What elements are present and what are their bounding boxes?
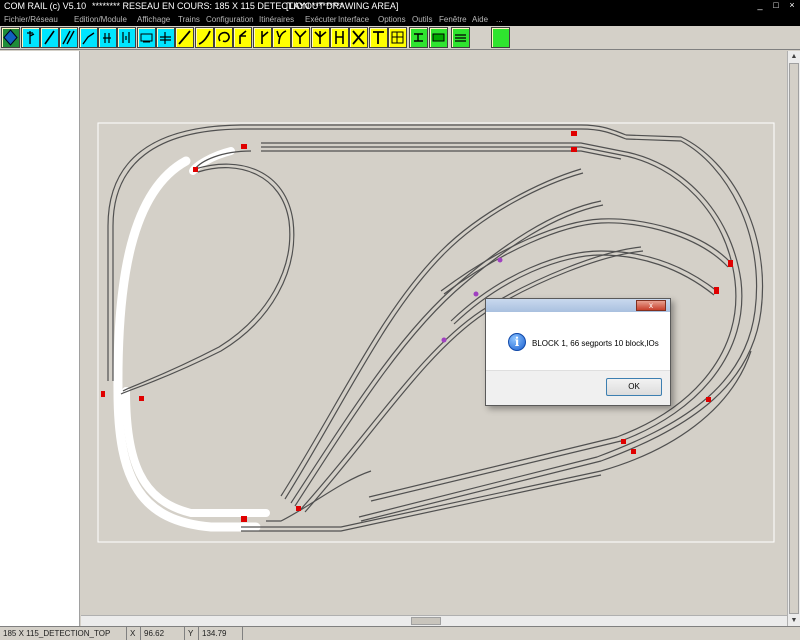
app-title: COM RAIL (c) V5.10 bbox=[4, 1, 87, 11]
status-layer: 185 X 115_DETECTION_TOP bbox=[3, 629, 111, 638]
bumper-icon bbox=[373, 31, 384, 44]
menu-executer[interactable]: Exécuter bbox=[305, 13, 337, 26]
tool-three-way-turnout-button[interactable] bbox=[311, 27, 330, 48]
curve-track-icon bbox=[198, 30, 211, 45]
menu-affichage[interactable]: Affichage bbox=[137, 13, 170, 26]
status-y-label: Y bbox=[184, 627, 198, 640]
dialog-body: i BLOCK 1, 66 segports 10 block,IOs bbox=[486, 312, 670, 370]
right-turnout-icon bbox=[261, 31, 269, 44]
maximize-button[interactable]: □ bbox=[770, 0, 782, 11]
dialog-title-bar: x bbox=[486, 299, 670, 312]
crossing-icon bbox=[352, 30, 365, 45]
locomotive-icon bbox=[140, 33, 153, 43]
block-icon bbox=[432, 33, 445, 42]
layout-drawing-area[interactable] bbox=[81, 51, 787, 626]
menu-bar: Fichier/Réseau Edition/Module Affichage … bbox=[0, 13, 800, 26]
close-button[interactable]: × bbox=[786, 0, 798, 11]
level-crossing-icon bbox=[160, 32, 171, 44]
curved-turnout-icon bbox=[276, 30, 287, 45]
tool-layer-button[interactable] bbox=[451, 27, 470, 48]
layer-icon bbox=[455, 34, 466, 42]
double-track-icon bbox=[62, 30, 75, 45]
menu-outils[interactable]: Outils bbox=[412, 13, 432, 26]
diagonal-track-icon bbox=[44, 30, 55, 45]
dialog-footer: OK bbox=[486, 370, 670, 405]
status-x-value: 96.62 bbox=[140, 627, 184, 640]
uncoupler-icon bbox=[103, 33, 111, 43]
tool-diamond-select-button[interactable] bbox=[1, 27, 20, 48]
menu-edition[interactable]: Edition/Module bbox=[74, 13, 127, 26]
tool-bumper-button[interactable] bbox=[369, 27, 388, 48]
tool-uncoupler-button[interactable] bbox=[98, 27, 117, 48]
menu-options[interactable]: Options bbox=[378, 13, 406, 26]
tool-curve-track-button[interactable] bbox=[195, 27, 214, 48]
left-turnout-icon bbox=[239, 30, 247, 44]
dialog-close-button[interactable]: x bbox=[636, 300, 666, 311]
minimize-button[interactable]: _ bbox=[754, 0, 766, 11]
isolator-icon bbox=[122, 32, 130, 43]
bend-track-icon bbox=[82, 32, 95, 45]
menu-aide[interactable]: Aide bbox=[472, 13, 488, 26]
scroll-up-icon[interactable]: ▲ bbox=[788, 51, 800, 62]
blank-tool-icon bbox=[492, 28, 509, 47]
tool-curved-turnout-button[interactable] bbox=[272, 27, 291, 48]
menu-fenetre[interactable]: Fenêtre bbox=[439, 13, 467, 26]
tool-signal-pole-button[interactable] bbox=[21, 27, 40, 48]
menu-trains[interactable]: Trains bbox=[178, 13, 200, 26]
tool-crossing-button[interactable] bbox=[349, 27, 368, 48]
menu-configuration[interactable]: Configuration bbox=[206, 13, 254, 26]
signal-pole-icon bbox=[27, 31, 35, 44]
board-outline bbox=[97, 122, 775, 543]
area-title: [LAYOUT DRAWING AREA] bbox=[286, 1, 399, 11]
turntable-icon bbox=[391, 31, 404, 44]
straight-track-icon bbox=[178, 30, 191, 45]
track-layout[interactable] bbox=[81, 51, 787, 626]
tool-blank-tool-button[interactable] bbox=[491, 27, 510, 48]
route-icon bbox=[414, 33, 423, 42]
y-turnout-icon bbox=[294, 30, 307, 44]
tool-locomotive-button[interactable] bbox=[137, 27, 156, 48]
tool-turntable-button[interactable] bbox=[388, 27, 407, 48]
tool-block-button[interactable] bbox=[429, 27, 448, 48]
menu-itineraires[interactable]: Itinéraires bbox=[259, 13, 294, 26]
status-y-value: 134.79 bbox=[198, 627, 242, 640]
tool-bend-track-button[interactable] bbox=[79, 27, 98, 48]
vertical-scrollbar[interactable]: ▲ ▼ bbox=[787, 51, 800, 626]
dialog-message: BLOCK 1, 66 segports 10 block,IOs bbox=[532, 339, 659, 348]
tool-double-track-button[interactable] bbox=[59, 27, 78, 48]
tool-y-turnout-button[interactable] bbox=[291, 27, 310, 48]
ok-button[interactable]: OK bbox=[606, 378, 662, 396]
status-x-label: X bbox=[126, 627, 140, 640]
status-bar: 185 X 115_DETECTION_TOP X 96.62 Y 134.79 bbox=[0, 626, 800, 640]
double-slip-icon bbox=[335, 31, 344, 44]
side-panel bbox=[0, 51, 80, 626]
horizontal-scroll-thumb[interactable] bbox=[411, 617, 441, 625]
tool-left-turnout-button[interactable] bbox=[233, 27, 252, 48]
status-spare bbox=[242, 627, 800, 640]
info-dialog: x i BLOCK 1, 66 segports 10 block,IOs OK bbox=[485, 298, 671, 406]
tool-diagonal-track-button[interactable] bbox=[40, 27, 59, 48]
tool-level-crossing-button[interactable] bbox=[156, 27, 175, 48]
menu-interface[interactable]: Interface bbox=[338, 13, 369, 26]
tool-isolator-button[interactable] bbox=[117, 27, 136, 48]
tool-right-turnout-button[interactable] bbox=[253, 27, 272, 48]
comrail-window: COM RAIL (c) V5.10 ******** RESEAU EN CO… bbox=[0, 0, 800, 640]
info-icon: i bbox=[508, 333, 526, 351]
tool-route-button[interactable] bbox=[409, 27, 428, 48]
menu-fichier[interactable]: Fichier/Réseau bbox=[4, 13, 58, 26]
title-bar: COM RAIL (c) V5.10 ******** RESEAU EN CO… bbox=[0, 0, 800, 13]
menu-more[interactable]: ... bbox=[496, 13, 503, 26]
tool-double-slip-button[interactable] bbox=[330, 27, 349, 48]
tool-loop-track-button[interactable] bbox=[214, 27, 233, 48]
vertical-scroll-thumb[interactable] bbox=[789, 63, 799, 614]
tool-bar bbox=[0, 26, 800, 50]
loop-track-icon bbox=[218, 31, 230, 43]
horizontal-scrollbar[interactable] bbox=[81, 615, 787, 626]
three-way-turnout-icon bbox=[314, 31, 327, 44]
scroll-down-icon[interactable]: ▼ bbox=[788, 615, 800, 626]
tool-straight-track-button[interactable] bbox=[175, 27, 194, 48]
diamond-select-icon bbox=[3, 29, 18, 46]
